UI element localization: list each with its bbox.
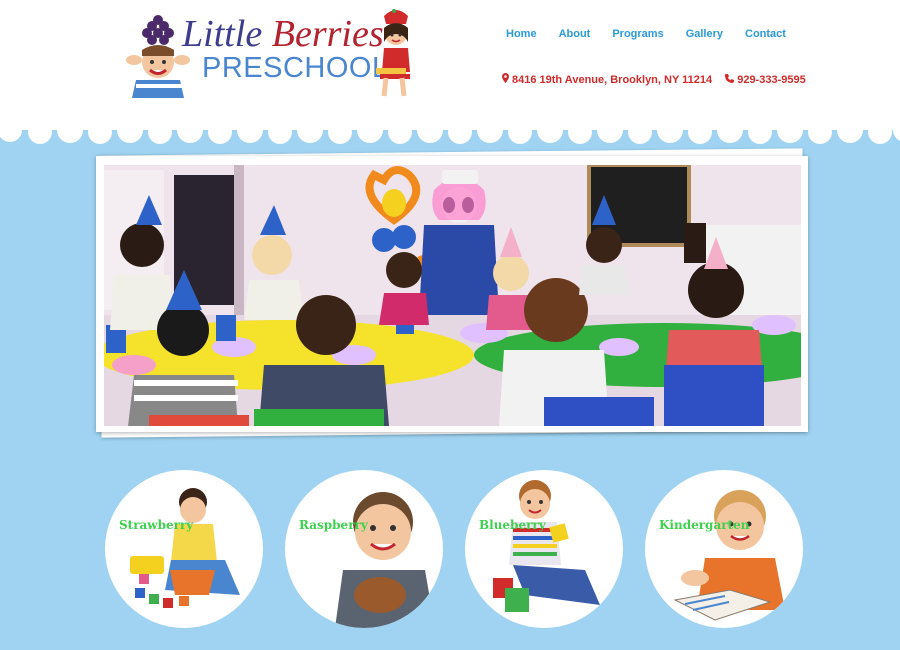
nav-home[interactable]: Home: [495, 26, 548, 42]
program-strawberry[interactable]: Strawberry: [105, 470, 263, 628]
program-circles: Strawberry Raspberry Blueberry Kindergar…: [0, 470, 900, 630]
program-label: Blueberry: [479, 518, 546, 532]
party-photo: [104, 165, 801, 426]
hero-slider[interactable]: [96, 148, 808, 438]
program-label: Strawberry: [119, 518, 194, 532]
program-kindergarten[interactable]: Kindergarten: [645, 470, 803, 628]
logo-script-text: Little Berries: [182, 13, 384, 55]
slider-frame: [96, 156, 808, 432]
nav-gallery[interactable]: Gallery: [675, 26, 734, 42]
phone-icon: [725, 74, 735, 86]
program-label: Kindergarten: [659, 518, 750, 532]
cloud-border: [0, 118, 900, 144]
program-blueberry[interactable]: Blueberry: [465, 470, 623, 628]
contact-info: 8416 19th Avenue, Brooklyn, NY 11214 929…: [502, 73, 806, 86]
nav-contact[interactable]: Contact: [734, 26, 797, 42]
main-nav: Home About Programs Gallery Contact: [495, 26, 797, 42]
strawberry-girl-icon: [376, 9, 410, 97]
program-raspberry[interactable]: Raspberry: [285, 470, 443, 628]
blueberry-child-photo: [493, 480, 600, 612]
nav-programs[interactable]: Programs: [601, 26, 674, 42]
kindergarten-child-photo: [673, 490, 785, 621]
program-label: Raspberry: [299, 518, 368, 532]
phone-text[interactable]: 929-333-9595: [737, 74, 806, 86]
raspberry-child-photo: [335, 492, 435, 628]
map-pin-icon: [502, 73, 509, 86]
logo-preschool-text: PRESCHOOL: [202, 52, 389, 84]
strawberry-child-photo: [130, 488, 240, 608]
nav-about[interactable]: About: [548, 26, 602, 42]
address-text: 8416 19th Avenue, Brooklyn, NY 11214: [512, 74, 713, 86]
site-logo[interactable]: Little Berries PRESCHOOL: [112, 6, 422, 102]
